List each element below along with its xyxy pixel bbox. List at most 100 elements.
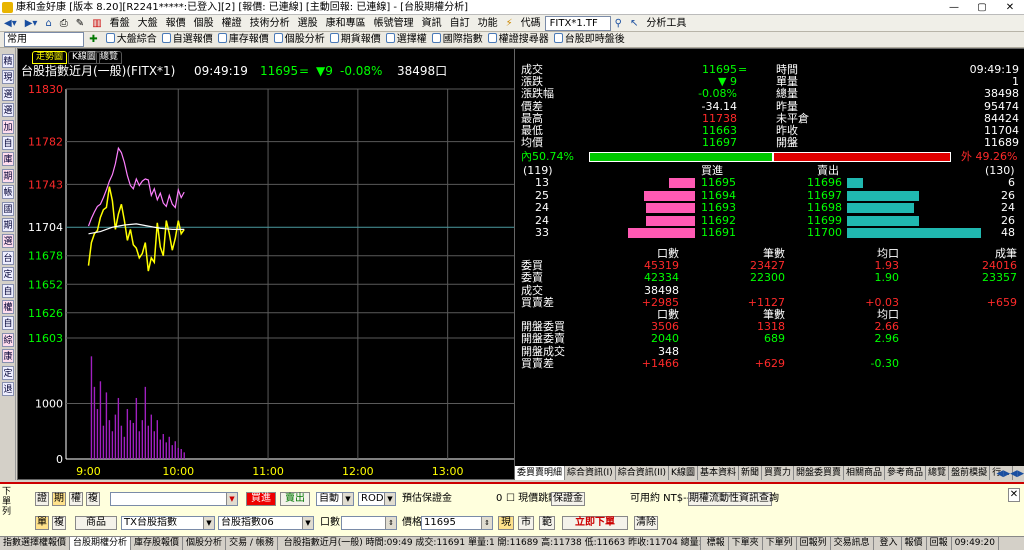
status-btn-0[interactable]: 標報 [704, 537, 729, 550]
menu-item-7[interactable]: 康和專區 [322, 15, 370, 32]
chart-icon[interactable]: ▥ [88, 15, 105, 32]
options-mode[interactable]: 權 [69, 492, 83, 506]
price-input[interactable]: 11695 ⇕ [421, 516, 493, 530]
maximize-button[interactable]: ▢ [968, 1, 996, 14]
buy-button[interactable]: 買進 [246, 492, 276, 506]
status-tab-2[interactable]: 庫存股報價 [131, 537, 184, 550]
edit-icon[interactable]: ✎ [72, 15, 88, 32]
left-strip-button-10[interactable]: 期 [2, 218, 14, 232]
forward-icon[interactable]: ▶▾ [21, 15, 42, 32]
menu-item-4[interactable]: 權證 [218, 15, 246, 32]
search-icon[interactable]: ⚲ [611, 15, 626, 32]
single-order[interactable]: 單 [35, 516, 49, 530]
info-tab-1[interactable]: 綜合資訊(I) [565, 466, 616, 480]
quick-2[interactable]: 庫存報價 [216, 32, 272, 48]
status-tab-4[interactable]: 交易 / 帳務 [226, 537, 278, 550]
order-close-button[interactable]: ✕ [1008, 488, 1020, 502]
left-strip-button-2[interactable]: 選 [2, 86, 14, 101]
left-strip-button-12[interactable]: 台 [2, 250, 14, 265]
info-tab-2[interactable]: 綜合資訊(II) [616, 466, 670, 480]
symbol-input[interactable]: FITX*1.TF [544, 16, 611, 31]
info-tab-0[interactable]: 委買賣明細 [515, 466, 566, 480]
info-tab-9[interactable]: 參考商品 [885, 466, 927, 480]
analysis-menu[interactable]: 分析工具 [642, 15, 690, 32]
info-tab-5[interactable]: 新聞 [739, 466, 762, 480]
status-tab-3[interactable]: 個股分析 [183, 537, 227, 550]
month-select[interactable]: 台股指數06 ▼ [218, 516, 314, 530]
liquidity-query-button[interactable]: 期權流動性資訊查詢 [688, 492, 779, 506]
quick-8[interactable]: 台股即時盤後 [552, 32, 628, 48]
quick-5[interactable]: 選擇權 [384, 32, 430, 48]
left-strip-button-14[interactable]: 自 [2, 283, 14, 298]
left-strip-button-8[interactable]: 帳 [2, 185, 14, 200]
left-strip-button-7[interactable]: 期 [2, 168, 14, 183]
add-icon[interactable]: ✚ [87, 32, 100, 48]
left-strip-button-4[interactable]: 加 [2, 119, 14, 134]
account-select[interactable]: ▼ [110, 492, 238, 506]
back-icon[interactable]: ◀▾ [0, 15, 21, 32]
left-strip-button-18[interactable]: 康 [2, 349, 14, 364]
left-strip-button-9[interactable]: 國 [2, 201, 14, 216]
info-tab-10[interactable]: 總覽 [926, 466, 950, 480]
status-btn-1[interactable]: 下單夾 [729, 537, 763, 550]
sell-button[interactable]: 賣出 [280, 492, 310, 506]
close-button[interactable]: ✕ [996, 1, 1024, 14]
menu-item-9[interactable]: 資訊 [418, 15, 446, 32]
futures-mode[interactable]: 期 [52, 492, 66, 506]
home-icon[interactable]: ⌂ [41, 15, 55, 32]
tab-scroll-icons[interactable]: ◀▶◀▶ [996, 467, 1024, 480]
left-strip-button-1[interactable]: 現 [2, 70, 14, 85]
status-btn-4[interactable]: 交易訊息 [831, 537, 874, 550]
menu-item-10[interactable]: 自訂 [446, 15, 474, 32]
menu-item-0[interactable]: 看盤 [106, 15, 134, 32]
tab-overview[interactable]: 總覽 [96, 51, 123, 64]
left-strip-button-17[interactable]: 綜 [2, 332, 14, 347]
left-strip-button-3[interactable]: 選 [2, 103, 14, 118]
auto-select[interactable]: 自動 ▼ [316, 492, 354, 506]
status-btn-3[interactable]: 回報列 [797, 537, 831, 550]
menu-item-6[interactable]: 選股 [294, 15, 322, 32]
status-btn-2[interactable]: 下單列 [763, 537, 797, 550]
market-price-button[interactable]: 市 [518, 516, 534, 530]
tool-icon[interactable]: ⚡ [502, 15, 517, 32]
quick-4[interactable]: 期貨報價 [328, 32, 384, 48]
menu-item-5[interactable]: 技術分析 [246, 15, 294, 32]
left-strip-button-6[interactable]: 庫 [2, 152, 14, 167]
rod-select[interactable]: ROD ▼ [358, 492, 396, 506]
info-tab-3[interactable]: K線圖 [669, 466, 698, 480]
menu-item-8[interactable]: 帳號管理 [370, 15, 418, 32]
menu-item-1[interactable]: 大盤 [134, 15, 162, 32]
clear-button[interactable]: 清除 [634, 516, 658, 530]
product-select[interactable]: TX台股指數 ▼ [121, 516, 215, 530]
quick-1[interactable]: 自選報價 [160, 32, 216, 48]
info-tab-8[interactable]: 相關商品 [844, 466, 886, 480]
info-tab-4[interactable]: 基本資料 [698, 466, 739, 480]
margin-button[interactable]: 保證金 [551, 492, 585, 506]
menu-item-3[interactable]: 個股 [190, 15, 218, 32]
cursor-icon[interactable]: ↖ [626, 15, 642, 32]
quick-0[interactable]: 大盤綜合 [104, 32, 160, 48]
menu-item-2[interactable]: 報價 [162, 15, 190, 32]
compound-order[interactable]: 複 [52, 516, 66, 530]
intraday-chart[interactable]: 11830 11782 11743 11704 11678 11652 11626 11603… [17, 48, 515, 480]
status-tab-1[interactable]: 台股期權分析 [70, 537, 132, 550]
left-strip-button-5[interactable]: 自 [2, 136, 14, 150]
stock-mode[interactable]: 證 [35, 492, 49, 506]
minimize-button[interactable]: — [940, 1, 968, 14]
tab-trend[interactable]: 走勢圖 [32, 51, 68, 64]
info-tab-6[interactable]: 買賣力 [762, 466, 794, 480]
left-strip-button-15[interactable]: 權 [2, 300, 14, 314]
left-strip-button-13[interactable]: 定 [2, 267, 14, 282]
info-tab-7[interactable]: 開盤委買賣 [794, 466, 845, 480]
range-button[interactable]: 範 [539, 516, 555, 530]
preset-select[interactable]: 常用 [4, 32, 84, 47]
left-strip-button-11[interactable]: 選 [2, 234, 14, 249]
print-icon[interactable]: ⎙ [56, 15, 72, 32]
current-price-button[interactable]: 現 [498, 516, 514, 530]
quick-7[interactable]: 權證搜尋器 [486, 32, 552, 48]
submit-order-button[interactable]: 立即下單 [562, 516, 628, 530]
left-strip-button-16[interactable]: 自 [2, 316, 14, 331]
info-tab-11[interactable]: 盤前模擬 [949, 466, 991, 480]
menu-item-11[interactable]: 功能 [474, 15, 502, 32]
product-button[interactable]: 商品 [75, 516, 117, 530]
